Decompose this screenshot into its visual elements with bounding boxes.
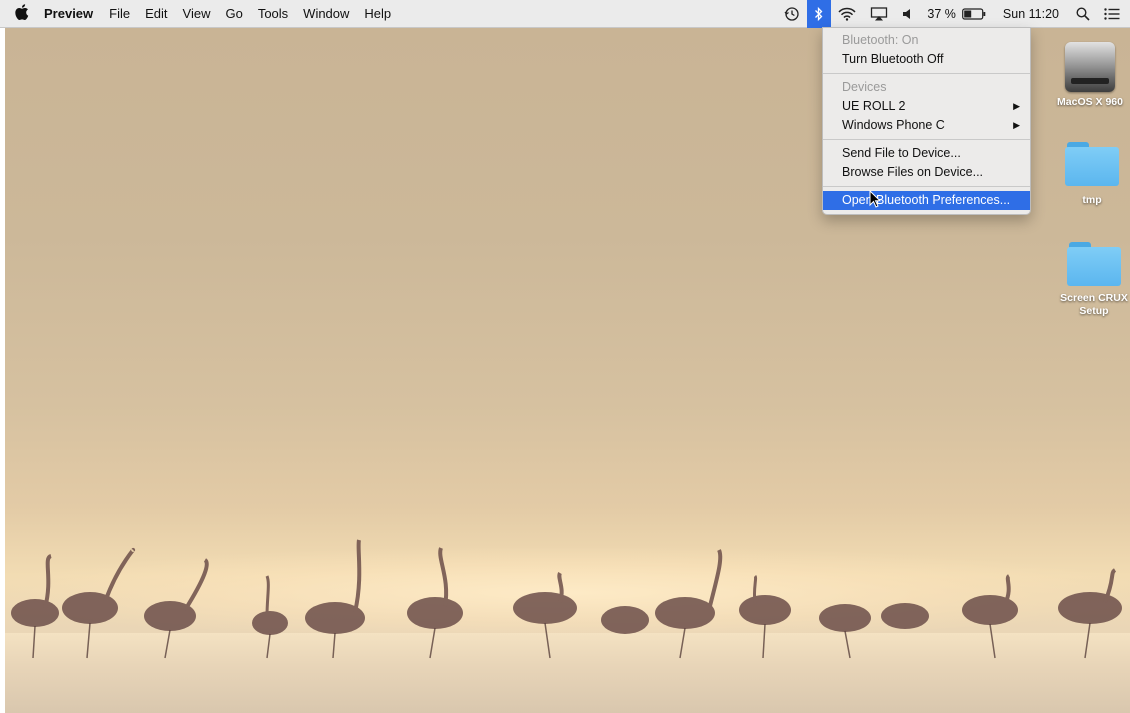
submenu-arrow-icon: ▶: [1013, 101, 1020, 111]
turn-bluetooth-off-item[interactable]: Turn Bluetooth Off: [823, 50, 1030, 69]
hard-drive-icon: [1065, 42, 1115, 92]
folder-icon: [1065, 142, 1119, 186]
menu-bar: Preview File Edit View Go Tools Window H…: [0, 0, 1130, 28]
menu-file[interactable]: File: [109, 6, 130, 21]
devices-header: Devices: [842, 80, 887, 94]
app-menu-preview[interactable]: Preview: [44, 6, 93, 21]
device-name: Windows Phone C: [842, 118, 945, 132]
desktop-icon-screen-crux-setup[interactable]: Screen CRUX Setup: [1054, 242, 1130, 318]
menu-separator: [823, 73, 1030, 74]
desktop-icon-label: tmp: [1082, 194, 1102, 206]
battery-icon[interactable]: [960, 0, 993, 28]
menu-separator: [823, 186, 1030, 187]
desktop-icon-label: MacOS X 960: [1057, 96, 1123, 108]
wifi-icon[interactable]: [831, 0, 863, 28]
bluetooth-menu: Bluetooth: On Turn Bluetooth Off Devices…: [822, 27, 1031, 215]
device-item-windows-phone-c[interactable]: Windows Phone C ▶: [823, 116, 1030, 135]
menu-tools[interactable]: Tools: [258, 6, 288, 21]
time-machine-icon[interactable]: [777, 0, 807, 28]
airplay-icon[interactable]: [863, 0, 895, 28]
spotlight-search-icon[interactable]: [1069, 0, 1097, 28]
notification-center-icon[interactable]: [1097, 0, 1130, 28]
desktop-icon-tmp[interactable]: tmp: [1052, 142, 1130, 206]
clock[interactable]: Sun 11:20: [993, 7, 1069, 21]
bluetooth-icon[interactable]: [807, 0, 832, 28]
folder-icon: [1067, 242, 1121, 286]
menu-separator: [823, 139, 1030, 140]
flamingos-image: [11, 539, 1122, 659]
menu-go[interactable]: Go: [225, 6, 242, 21]
menu-edit[interactable]: Edit: [145, 6, 167, 21]
volume-icon[interactable]: [895, 0, 921, 28]
bluetooth-status-label: Bluetooth: On: [842, 33, 919, 47]
battery-percent[interactable]: 37 %: [921, 7, 960, 21]
menu-help[interactable]: Help: [364, 6, 391, 21]
open-bluetooth-preferences-item[interactable]: Open Bluetooth Preferences...: [823, 191, 1030, 210]
apple-menu-icon[interactable]: [0, 3, 44, 24]
send-file-item[interactable]: Send File to Device...: [823, 144, 1030, 163]
menu-window[interactable]: Window: [303, 6, 349, 21]
status-area: 37 % Sun 11:20: [777, 0, 1130, 28]
menu-view[interactable]: View: [183, 6, 211, 21]
mouse-cursor-icon: [869, 190, 881, 208]
desktop-icon-macos-drive[interactable]: MacOS X 960: [1050, 42, 1130, 108]
device-item-ue-roll-2[interactable]: UE ROLL 2 ▶: [823, 97, 1030, 116]
device-name: UE ROLL 2: [842, 99, 906, 113]
submenu-arrow-icon: ▶: [1013, 120, 1020, 130]
browse-files-item[interactable]: Browse Files on Device...: [823, 163, 1030, 182]
desktop-icon-label: Screen CRUX Setup: [1060, 292, 1128, 317]
